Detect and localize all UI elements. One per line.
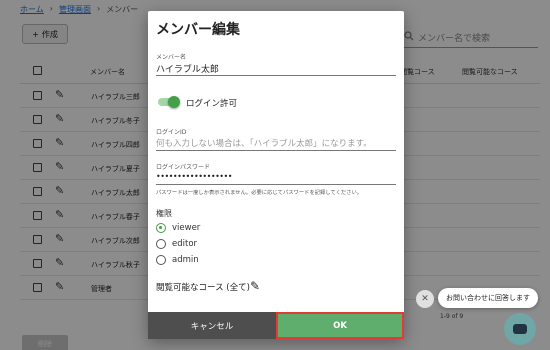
role-editor-radio[interactable] bbox=[156, 239, 166, 249]
login-id-underline bbox=[156, 150, 396, 151]
password-label: ログインパスワード bbox=[156, 164, 211, 171]
edit-member-dialog: メンバー編集 メンバー名 ハイラブル太郎 ログイン許可 ログインID 何も入力し… bbox=[148, 11, 404, 339]
role-admin-radio[interactable] bbox=[156, 255, 166, 265]
pencil-icon[interactable]: ✎ bbox=[250, 279, 260, 293]
member-name-label: メンバー名 bbox=[156, 54, 187, 61]
login-permission-label: ログイン許可 bbox=[186, 99, 238, 109]
ok-button[interactable]: OK bbox=[276, 312, 404, 339]
toggle-knob bbox=[168, 96, 180, 108]
member-name-field[interactable]: ハイラブル太郎 bbox=[156, 62, 219, 75]
chat-button[interactable] bbox=[504, 313, 536, 345]
login-permission-toggle[interactable] bbox=[156, 96, 180, 108]
member-name-underline bbox=[156, 75, 396, 76]
login-id-field[interactable]: 何も入力しない場合は、「ハイラブル太郎」になります。 bbox=[156, 137, 372, 149]
role-viewer-radio[interactable] bbox=[156, 223, 166, 233]
chat-prompt[interactable]: お問い合わせに回答します bbox=[438, 288, 538, 308]
dialog-title: メンバー編集 bbox=[156, 22, 240, 38]
role-admin-label[interactable]: admin bbox=[172, 255, 199, 265]
chat-icon bbox=[513, 324, 527, 334]
login-id-label: ログインID bbox=[156, 129, 187, 136]
password-field[interactable]: •••••••••••••••••• bbox=[156, 172, 232, 181]
password-hint: パスワードは一度しか表示されません。必要に応じてパスワードを記録してください。 bbox=[156, 190, 363, 196]
permission-label: 権限 bbox=[156, 209, 172, 218]
cancel-button[interactable]: キャンセル bbox=[148, 312, 276, 339]
password-underline bbox=[156, 184, 396, 185]
close-icon[interactable]: ✕ bbox=[416, 290, 434, 308]
available-courses-label: 閲覧可能なコース (全て) bbox=[156, 283, 250, 293]
role-editor-label[interactable]: editor bbox=[172, 239, 197, 249]
role-viewer-label[interactable]: viewer bbox=[172, 223, 200, 233]
